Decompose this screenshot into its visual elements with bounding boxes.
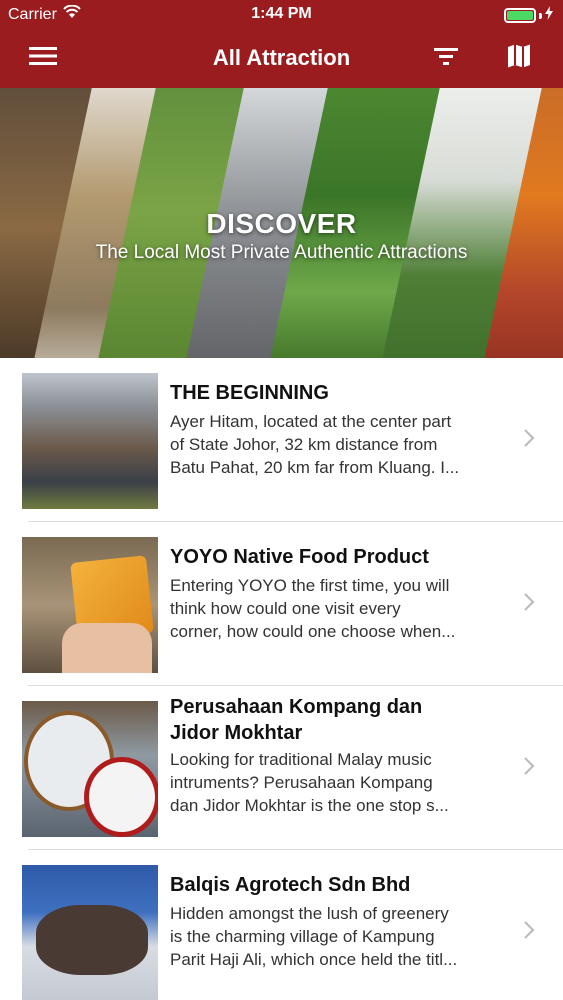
- page-title: All Attraction: [212, 45, 351, 70]
- chevron-right-icon: [523, 920, 535, 945]
- map-icon: [506, 43, 532, 74]
- filter-button[interactable]: [429, 42, 463, 74]
- attraction-description: Entering YOYO the first time, you will t…: [170, 576, 456, 641]
- map-button[interactable]: [502, 42, 536, 74]
- list-item[interactable]: Perusahaan Kompang dan Jidor Mokhtar Loo…: [0, 686, 563, 850]
- chevron-right-icon: [523, 756, 535, 781]
- list-item[interactable]: THE BEGINNING Ayer Hitam, located at the…: [0, 358, 563, 522]
- attraction-thumbnail-kompang: [22, 701, 158, 837]
- attraction-thumbnail-market: [22, 373, 158, 509]
- banner-heading: DISCOVER: [206, 208, 357, 239]
- attraction-description: Looking for traditional Malay music intr…: [170, 750, 449, 815]
- attraction-thumbnail-food: [22, 537, 158, 673]
- attraction-title: Balqis Agrotech Sdn Bhd: [170, 874, 411, 896]
- filter-icon: [433, 45, 459, 72]
- chevron-right-icon: [523, 428, 535, 453]
- battery-icon: [504, 8, 536, 23]
- status-bar: Carrier 1:44 PM: [0, 0, 563, 28]
- discover-banner: DISCOVER The Local Most Private Authenti…: [0, 88, 563, 358]
- attraction-title: THE BEGINNING: [170, 382, 329, 404]
- attraction-description: Hidden amongst the lush of greenery is t…: [170, 904, 458, 969]
- status-time: 1:44 PM: [251, 5, 312, 22]
- attraction-thumbnail-agrotech: [22, 865, 158, 1000]
- navigation-bar: All Attraction: [0, 28, 563, 88]
- list-item[interactable]: Balqis Agrotech Sdn Bhd Hidden amongst t…: [0, 850, 563, 1000]
- attraction-description: Ayer Hitam, located at the center part o…: [170, 412, 460, 477]
- battery-indicator: [504, 6, 553, 25]
- list-item[interactable]: YOYO Native Food Product Entering YOYO t…: [0, 522, 563, 686]
- attraction-title: YOYO Native Food Product: [170, 546, 429, 568]
- charging-icon: [545, 6, 553, 25]
- chevron-right-icon: [523, 592, 535, 617]
- attraction-title: Perusahaan Kompang dan Jidor Mokhtar: [170, 696, 423, 744]
- banner-subheading: The Local Most Private Authentic Attract…: [95, 242, 468, 263]
- attraction-list: THE BEGINNING Ayer Hitam, located at the…: [0, 358, 563, 1000]
